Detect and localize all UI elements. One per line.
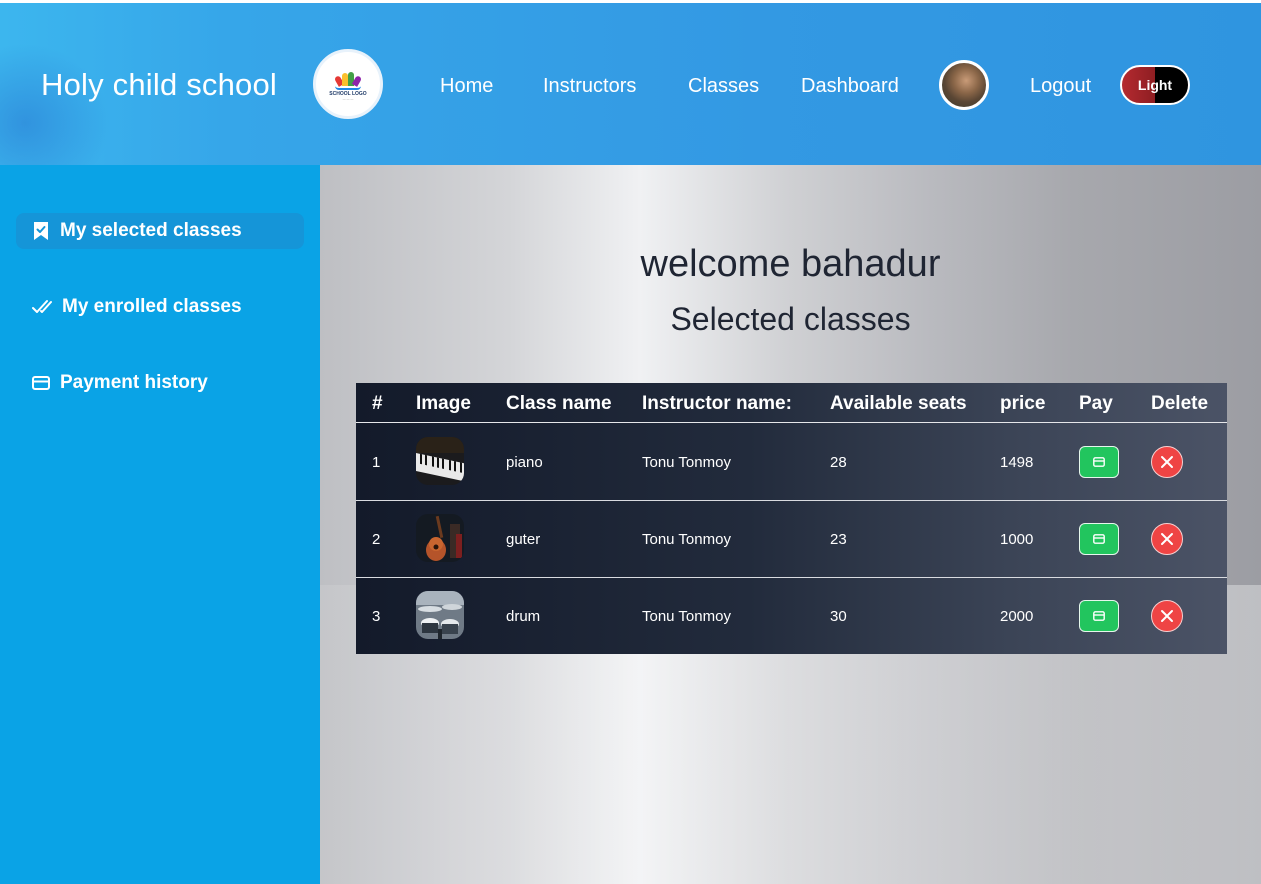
sidebar-item-enrolled-classes[interactable]: My enrolled classes [16,289,304,325]
close-icon [1161,533,1173,545]
class-name: guter [506,531,541,548]
sidebar-item-label: My enrolled classes [62,296,242,317]
double-check-icon [32,300,52,313]
nav-dashboard[interactable]: Dashboard [801,75,899,98]
drum-thumbnail [416,591,464,639]
instructor-name: Tonu Tonmoy [642,454,731,471]
column-header: price [1000,393,1046,414]
credit-card-icon [1093,534,1105,544]
available-seats: 23 [830,531,847,548]
header: Holy child school SCHOOL LOGO — — — Home… [0,3,1261,165]
row-index: 2 [372,531,381,548]
available-seats: 30 [830,608,847,625]
column-header: Pay [1079,393,1113,414]
table-row: 2 guter Tonu Tonmoy 23 1000 [356,501,1227,578]
price: 2000 [1000,608,1034,625]
nav-instructors[interactable]: Instructors [543,75,636,98]
column-header: Available seats [830,393,967,414]
class-name: drum [506,608,541,625]
close-icon [1161,610,1173,622]
pay-button[interactable] [1079,600,1119,632]
close-icon [1161,456,1173,468]
column-header: # [372,393,383,414]
instructor-name: Tonu Tonmoy [642,608,731,625]
nav-classes[interactable]: Classes [688,75,759,98]
credit-card-icon [32,376,50,390]
logo-mark-icon [333,68,363,90]
logout-button[interactable]: Logout [1030,75,1091,98]
guitar-thumbnail [416,514,464,562]
column-header: Image [416,393,471,414]
pay-button[interactable] [1079,523,1119,555]
selected-classes-table: # Image Class name Instructor name: Avai… [356,383,1227,654]
pay-button[interactable] [1079,446,1119,478]
available-seats: 28 [830,454,847,471]
logo-subtext: — — — [342,96,354,101]
column-header: Class name [506,393,612,414]
sidebar-item-payment-history[interactable]: Payment history [16,365,304,401]
table-row: 1 piano Tonu Tonmoy 28 1498 [356,424,1227,501]
user-avatar[interactable] [939,60,989,110]
row-index: 1 [372,454,381,471]
table-header: # Image Class name Instructor name: Avai… [356,383,1227,423]
sidebar-item-label: Payment history [60,372,208,393]
main-content: welcome bahadur Selected classes # Image… [320,165,1261,884]
piano-thumbnail [416,437,464,485]
sidebar: My selected classes My enrolled classes … [0,165,320,884]
price: 1000 [1000,531,1034,548]
delete-button[interactable] [1151,446,1183,478]
column-header: Instructor name: [642,393,792,414]
column-header: Delete [1151,393,1209,414]
bookmark-check-icon [34,222,48,240]
row-index: 3 [372,608,381,625]
class-name: piano [506,454,543,471]
sidebar-item-label: My selected classes [60,220,242,241]
credit-card-icon [1093,611,1105,621]
sidebar-item-selected-classes[interactable]: My selected classes [16,213,304,249]
delete-button[interactable] [1151,523,1183,555]
page-title: Selected classes [670,301,911,337]
theme-toggle[interactable]: Light [1120,65,1190,105]
instructor-name: Tonu Tonmoy [642,531,731,548]
brand-title[interactable]: Holy child school [41,67,277,103]
nav-home[interactable]: Home [440,75,493,98]
welcome-heading: welcome bahadur [640,243,941,285]
price: 1498 [1000,454,1034,471]
school-logo[interactable]: SCHOOL LOGO — — — [313,49,383,119]
table-row: 3 drum Tonu Tonmoy 30 2000 [356,578,1227,655]
delete-button[interactable] [1151,600,1183,632]
credit-card-icon [1093,457,1105,467]
